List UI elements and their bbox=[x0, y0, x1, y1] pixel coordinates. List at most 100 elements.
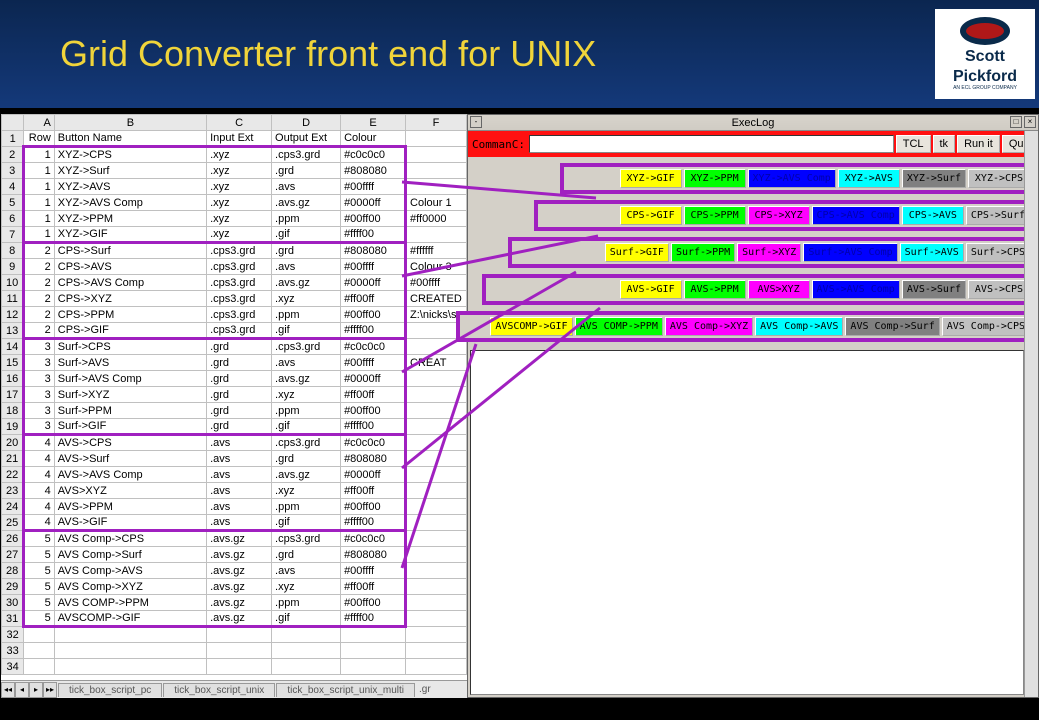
cell[interactable] bbox=[406, 147, 467, 163]
cell[interactable]: XYZ->CPS bbox=[54, 147, 206, 163]
cell[interactable]: .avs bbox=[207, 467, 272, 483]
cell[interactable]: 5 bbox=[24, 611, 54, 627]
cell[interactable]: #ff00ff bbox=[341, 483, 406, 499]
cell[interactable] bbox=[406, 563, 467, 579]
command-button[interactable]: Run it bbox=[957, 135, 1000, 153]
cell[interactable]: 4 bbox=[24, 499, 54, 515]
cell[interactable]: CPS->PPM bbox=[54, 307, 206, 323]
cell[interactable] bbox=[54, 643, 206, 659]
row-header[interactable]: 30 bbox=[2, 595, 24, 611]
cell[interactable]: .avs bbox=[207, 515, 272, 531]
cell[interactable]: .cps3.grd bbox=[207, 259, 272, 275]
cell[interactable]: #ffffff bbox=[406, 243, 467, 259]
row-header[interactable]: 29 bbox=[2, 579, 24, 595]
sheet-tab[interactable]: tick_box_script_unix_multi bbox=[276, 683, 415, 697]
cell[interactable]: Colour bbox=[341, 131, 406, 147]
converter-button[interactable]: AVSCOMP->GIF bbox=[490, 317, 572, 336]
cell[interactable] bbox=[406, 579, 467, 595]
cell[interactable]: #00ff00 bbox=[341, 211, 406, 227]
cell[interactable] bbox=[207, 659, 272, 675]
cell[interactable]: .xyz bbox=[207, 195, 272, 211]
row-header[interactable]: 12 bbox=[2, 307, 24, 323]
cell[interactable]: .grd bbox=[207, 387, 272, 403]
cell[interactable] bbox=[406, 627, 467, 643]
cell[interactable]: AVS COMP->PPM bbox=[54, 595, 206, 611]
cell[interactable]: AVS Comp->CPS bbox=[54, 531, 206, 547]
cell[interactable]: 1 bbox=[24, 163, 54, 179]
row-header[interactable]: 13 bbox=[2, 323, 24, 339]
cell[interactable]: .gif bbox=[272, 515, 341, 531]
cell[interactable] bbox=[272, 659, 341, 675]
cell[interactable]: .cps3.grd bbox=[207, 307, 272, 323]
cell[interactable]: 5 bbox=[24, 595, 54, 611]
tab-nav-first[interactable]: ◂◂ bbox=[1, 682, 15, 698]
converter-button[interactable]: CPS->XYZ bbox=[748, 206, 810, 225]
cell[interactable]: #808080 bbox=[341, 163, 406, 179]
cell[interactable]: #c0c0c0 bbox=[341, 435, 406, 451]
row-header[interactable]: 17 bbox=[2, 387, 24, 403]
converter-button[interactable]: Surf->CPS bbox=[966, 243, 1030, 262]
converter-button[interactable]: AVS>XYZ bbox=[748, 280, 810, 299]
converter-button[interactable]: XYZ->Surf bbox=[902, 169, 966, 188]
row-header[interactable]: 16 bbox=[2, 371, 24, 387]
cell[interactable]: 2 bbox=[24, 275, 54, 291]
cell[interactable]: .avs bbox=[272, 259, 341, 275]
converter-button[interactable]: CPS->PPM bbox=[684, 206, 746, 225]
cell[interactable]: #00ffff bbox=[341, 259, 406, 275]
cell[interactable]: .ppm bbox=[272, 403, 341, 419]
command-button[interactable]: TCL bbox=[896, 135, 931, 153]
cell[interactable] bbox=[341, 659, 406, 675]
row-header[interactable]: 25 bbox=[2, 515, 24, 531]
cell[interactable]: XYZ->Surf bbox=[54, 163, 206, 179]
column-header[interactable]: C bbox=[207, 115, 272, 131]
row-header[interactable]: 6 bbox=[2, 211, 24, 227]
converter-button[interactable]: AVS Comp->Surf bbox=[845, 317, 939, 336]
cell[interactable]: AVS Comp->AVS bbox=[54, 563, 206, 579]
row-header[interactable]: 26 bbox=[2, 531, 24, 547]
tab-nav-next[interactable]: ▸ bbox=[29, 682, 43, 698]
cell[interactable]: #ff00ff bbox=[341, 387, 406, 403]
cell[interactable]: #c0c0c0 bbox=[341, 531, 406, 547]
cell[interactable]: 3 bbox=[24, 387, 54, 403]
cell[interactable]: XYZ->GIF bbox=[54, 227, 206, 243]
cell[interactable]: #00ffff bbox=[341, 563, 406, 579]
cell[interactable]: .avs.gz bbox=[272, 371, 341, 387]
row-header[interactable]: 4 bbox=[2, 179, 24, 195]
row-header[interactable]: 19 bbox=[2, 419, 24, 435]
cell[interactable]: .gif bbox=[272, 419, 341, 435]
cell[interactable]: .grd bbox=[207, 371, 272, 387]
cell[interactable]: .avs.gz bbox=[272, 275, 341, 291]
sheet-tab[interactable]: tick_box_script_unix bbox=[163, 683, 275, 697]
cell[interactable]: .avs bbox=[272, 179, 341, 195]
cell[interactable]: .grd bbox=[207, 419, 272, 435]
cell[interactable] bbox=[406, 451, 467, 467]
cell[interactable]: .cps3.grd bbox=[272, 435, 341, 451]
row-header[interactable]: 33 bbox=[2, 643, 24, 659]
cell[interactable] bbox=[54, 627, 206, 643]
converter-button[interactable]: XYZ->CPS bbox=[968, 169, 1030, 188]
column-header[interactable]: D bbox=[272, 115, 341, 131]
cell[interactable]: .grd bbox=[207, 403, 272, 419]
cell[interactable]: 1 bbox=[24, 211, 54, 227]
cell[interactable]: .xyz bbox=[207, 163, 272, 179]
cell[interactable]: 2 bbox=[24, 307, 54, 323]
row-header[interactable]: 5 bbox=[2, 195, 24, 211]
cell[interactable]: .xyz bbox=[207, 147, 272, 163]
cell[interactable]: .grd bbox=[272, 243, 341, 259]
cell[interactable]: Button Name bbox=[54, 131, 206, 147]
cell[interactable]: .gif bbox=[272, 227, 341, 243]
row-header[interactable]: 7 bbox=[2, 227, 24, 243]
cell[interactable] bbox=[406, 419, 467, 435]
cell[interactable]: AVS Comp->Surf bbox=[54, 547, 206, 563]
row-header[interactable]: 8 bbox=[2, 243, 24, 259]
cell[interactable]: #ffff00 bbox=[341, 515, 406, 531]
cell[interactable]: #00ff00 bbox=[341, 403, 406, 419]
cell[interactable]: Row bbox=[24, 131, 54, 147]
tab-nav-prev[interactable]: ◂ bbox=[15, 682, 29, 698]
cell[interactable]: Surf->XYZ bbox=[54, 387, 206, 403]
cell[interactable]: .gif bbox=[272, 323, 341, 339]
row-header[interactable]: 20 bbox=[2, 435, 24, 451]
cell[interactable]: .cps3.grd bbox=[207, 323, 272, 339]
cell[interactable]: #808080 bbox=[341, 451, 406, 467]
cell[interactable]: #c0c0c0 bbox=[341, 339, 406, 355]
